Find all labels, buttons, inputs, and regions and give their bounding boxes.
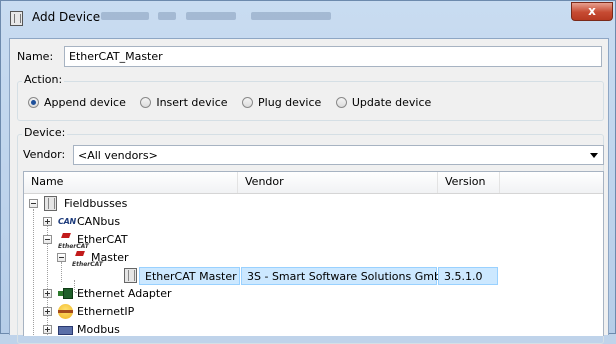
name-input[interactable]: EtherCAT_Master	[64, 46, 602, 67]
ethernetip-icon	[58, 304, 73, 319]
close-button[interactable]: x	[571, 2, 613, 21]
tree-row-fieldbusses[interactable]: Fieldbusses	[24, 195, 603, 213]
fieldbus-icon	[44, 196, 57, 211]
name-label: Name:	[17, 50, 54, 63]
column-name[interactable]: Name	[24, 172, 238, 193]
expand-icon[interactable]	[43, 217, 52, 226]
column-version[interactable]: Version	[438, 172, 500, 193]
ethercat-icon: EtherCAT	[72, 251, 103, 268]
version-cell[interactable]: 3.5.1.0	[438, 267, 498, 285]
device-group-title: Device:	[22, 126, 68, 139]
tree-row-ethercat-master[interactable]: EtherCAT Master 3S - Smart Software Solu…	[24, 267, 603, 285]
insert-device-label[interactable]: Insert device	[156, 96, 227, 109]
tree-row-ethernetip[interactable]: EthernetIP	[24, 303, 603, 321]
collapse-icon[interactable]	[43, 235, 52, 244]
dialog-client: Name: EtherCAT_Master Action: Append dev…	[9, 38, 609, 344]
background-blur	[101, 12, 149, 20]
device-icon	[124, 268, 137, 283]
column-header: Name Vendor Version	[24, 172, 603, 194]
tree-label: Ethernet Adapter	[77, 287, 172, 300]
expand-icon[interactable]	[43, 325, 52, 334]
tree-label: CANbus	[77, 215, 121, 228]
tree-label: Master	[91, 251, 129, 264]
vendor-cell[interactable]: 3S - Smart Software Solutions GmbH	[241, 267, 449, 285]
append-device-label[interactable]: Append device	[44, 96, 126, 109]
update-device-label[interactable]: Update device	[352, 96, 431, 109]
tree-row-ethernet-adapter[interactable]: Ethernet Adapter	[24, 285, 603, 303]
column-vendor[interactable]: Vendor	[238, 172, 438, 193]
title-bar[interactable]: Add Device x	[1, 1, 615, 37]
background-blur	[251, 12, 331, 20]
device-tree-list[interactable]: Name Vendor Version Fieldbusses CAN CANb…	[23, 171, 604, 336]
append-device-radio[interactable]	[28, 96, 39, 108]
action-options: Append device Insert device Plug device …	[28, 95, 442, 109]
plug-device-radio[interactable]	[242, 96, 254, 108]
tree-label: EthernetIP	[77, 305, 135, 318]
expand-icon[interactable]	[43, 289, 52, 298]
app-icon	[10, 11, 23, 26]
background-blur	[158, 12, 176, 20]
insert-device-radio[interactable]	[140, 96, 152, 108]
expand-icon[interactable]	[43, 307, 52, 316]
tree-row-master[interactable]: EtherCAT Master	[24, 249, 603, 268]
vendor-value: <All vendors>	[78, 149, 158, 162]
vendor-select[interactable]: <All vendors>	[73, 145, 604, 165]
collapse-icon[interactable]	[29, 199, 38, 208]
selected-name-cell[interactable]: EtherCAT Master	[139, 267, 240, 285]
ethernet-adapter-icon	[58, 288, 73, 299]
window-title: Add Device	[32, 10, 101, 24]
collapse-icon[interactable]	[57, 253, 66, 262]
column-filler	[500, 172, 603, 193]
chevron-down-icon[interactable]	[590, 153, 598, 158]
action-group-title: Action:	[22, 73, 65, 86]
canbus-icon: CAN	[58, 217, 76, 226]
tree-row-canbus[interactable]: CAN CANbus	[24, 213, 603, 231]
vendor-label: Vendor:	[23, 148, 66, 161]
plug-device-label[interactable]: Plug device	[258, 96, 321, 109]
tree-label: EtherCAT Master	[145, 270, 237, 283]
tree-label: Fieldbusses	[64, 197, 128, 210]
update-device-radio[interactable]	[335, 96, 347, 108]
tree-row-ethercat[interactable]: EtherCAT EtherCAT	[24, 231, 603, 250]
background-blur	[186, 12, 236, 20]
add-device-window: Add Device x Name: EtherCAT_Master Actio…	[0, 0, 616, 344]
ethercat-icon: EtherCAT	[58, 233, 89, 250]
tree-label: EtherCAT	[77, 233, 128, 246]
